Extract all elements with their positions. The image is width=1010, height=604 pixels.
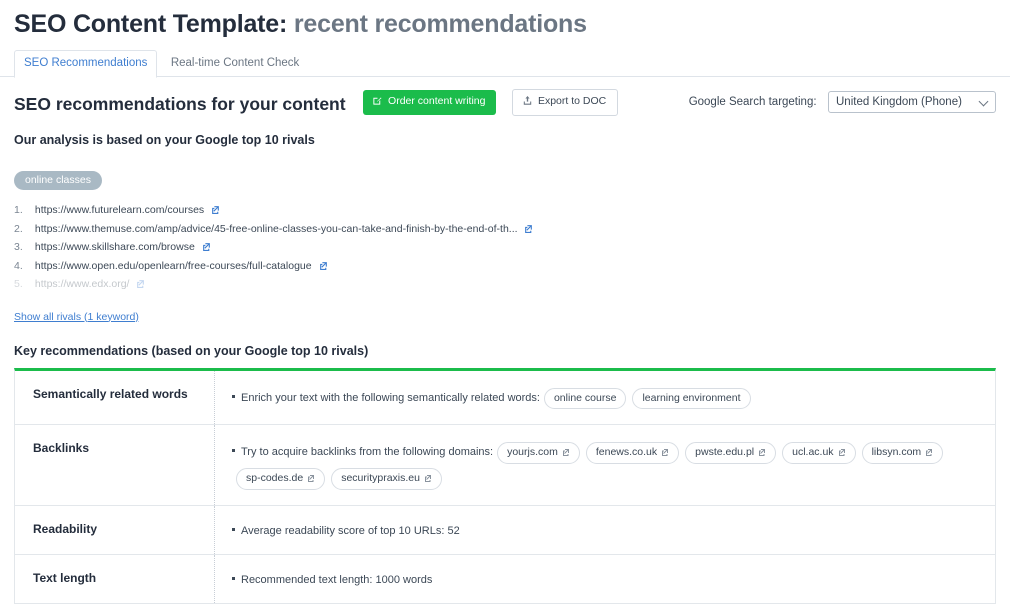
bullet-icon [232, 448, 235, 452]
rival-url: https://www.futurelearn.com/courses [34, 204, 205, 216]
backlink-domain-chip[interactable]: securitypraxis.eu [331, 467, 442, 490]
external-link-icon [925, 446, 933, 460]
row-body: Enrich your text with the following sema… [215, 371, 995, 424]
chip-label: ucl.ac.uk [792, 445, 834, 458]
external-link-icon [661, 446, 669, 460]
recommendations-table: Semantically related words Enrich your t… [14, 367, 996, 604]
external-link-icon [758, 446, 766, 460]
keyword-tag[interactable]: online classes [14, 171, 102, 190]
external-link-icon [562, 446, 570, 460]
tab-real-time-content-check[interactable]: Real-time Content Check [162, 51, 308, 77]
external-link-icon[interactable] [136, 277, 145, 295]
row-text: Average readability score of top 10 URLs… [241, 524, 460, 537]
external-link-icon [307, 472, 315, 486]
backlink-domain-chip[interactable]: fenews.co.uk [585, 441, 680, 464]
bullet-icon [232, 394, 235, 398]
row-label: Text length [15, 554, 215, 603]
chip-label: securitypraxis.eu [341, 471, 420, 484]
targeting-selected-value: United Kingdom (Phone) [836, 96, 962, 108]
rival-url: https://www.open.edu/openlearn/free-cour… [34, 259, 312, 272]
key-recommendations-heading: Key recommendations (based on your Googl… [14, 343, 369, 358]
order-content-writing-label: Order content writing [388, 95, 486, 107]
row-body: Recommended text length: 1000 words [215, 555, 995, 603]
chip-label: fenews.co.uk [595, 445, 658, 458]
page-title-main: SEO Content Template: [14, 10, 288, 38]
google-search-targeting: Google Search targeting: United Kingdom … [689, 91, 996, 113]
rival-url: https://www.skillshare.com/browse [34, 241, 195, 253]
order-content-writing-button[interactable]: Order content writing [363, 90, 496, 115]
chip-label: sp-codes.de [246, 471, 304, 484]
chip-label: libsyn.com [871, 445, 922, 458]
list-item[interactable]: https://www.skillshare.com/browse [14, 239, 1010, 258]
bullet-icon [232, 527, 235, 531]
action-bar: SEO recommendations for your content Ord… [0, 89, 1010, 121]
chip-label: yourjs.com [507, 445, 558, 458]
page-title-sub: recent recommendations [293, 10, 587, 38]
table-row: Text length Recommended text length: 100… [15, 554, 995, 603]
external-link-icon [838, 446, 846, 460]
targeting-label: Google Search targeting: [688, 96, 817, 108]
row-body: Try to acquire backlinks from the follow… [215, 425, 995, 505]
table-row: Semantically related words Enrich your t… [15, 370, 995, 425]
chip-label: pwste.edu.pl [695, 445, 755, 458]
row-text: Enrich your text with the following sema… [241, 391, 540, 404]
row-label: Backlinks [15, 424, 215, 505]
export-upload-icon [522, 95, 533, 109]
tab-seo-recommendations[interactable]: SEO Recommendations [14, 50, 158, 78]
list-item[interactable]: https://www.themuse.com/amp/advice/45-fr… [14, 221, 1010, 240]
external-link-icon[interactable] [524, 222, 533, 240]
export-to-doc-button[interactable]: Export to DOC [511, 89, 619, 116]
list-item[interactable]: https://www.futurelearn.com/courses [14, 202, 1010, 221]
backlink-domain-chip[interactable]: yourjs.com [497, 441, 580, 464]
chip-label: learning environment [642, 391, 741, 404]
rival-url: https://www.themuse.com/amp/advice/45-fr… [34, 222, 518, 235]
row-body: Average readability score of top 10 URLs… [215, 506, 995, 554]
row-label: Semantically related words [15, 370, 215, 424]
external-link-icon[interactable] [319, 259, 328, 277]
targeting-select[interactable]: United Kingdom (Phone) [828, 91, 996, 113]
table-row: Backlinks Try to acquire backlinks from … [15, 424, 995, 506]
analysis-subtitle: Our analysis is based on your Google top… [14, 133, 315, 147]
chip-label: online course [553, 391, 617, 404]
tab-bar: SEO Recommendations Real-time Content Ch… [0, 50, 1010, 78]
section-title: SEO recommendations for your content [14, 93, 346, 114]
show-all-rivals-link[interactable]: Show all rivals (1 keyword) [14, 311, 139, 323]
table-row: Readability Average readability score of… [15, 505, 995, 555]
rivals-list: https://www.futurelearn.com/courses http… [0, 202, 1010, 295]
page-title: SEO Content Template: recent recommendat… [0, 0, 1010, 39]
external-link-icon[interactable] [211, 203, 220, 221]
chevron-down-icon [978, 96, 989, 107]
list-item[interactable]: https://www.open.edu/openlearn/free-cour… [14, 258, 1010, 277]
keyword-tag-wrap: online classes [0, 170, 1010, 190]
rival-url: https://www.edx.org/ [34, 278, 130, 290]
backlink-domain-chip[interactable]: libsyn.com [861, 441, 944, 464]
export-to-doc-label: Export to DOC [537, 95, 607, 107]
bullet-icon [232, 576, 235, 580]
compose-icon [372, 95, 383, 109]
external-link-icon[interactable] [202, 240, 211, 258]
row-text: Recommended text length: 1000 words [241, 573, 433, 586]
backlink-domain-chip[interactable]: sp-codes.de [236, 467, 326, 490]
external-link-icon [424, 472, 432, 486]
backlink-domain-chip[interactable]: ucl.ac.uk [782, 441, 856, 464]
row-text: Try to acquire backlinks from the follow… [241, 445, 494, 458]
list-item[interactable]: https://www.edx.org/ [14, 276, 1010, 295]
related-word-chip[interactable]: learning environment [632, 387, 751, 409]
related-word-chip[interactable]: online course [543, 387, 627, 409]
row-label: Readability [15, 505, 215, 554]
backlink-domain-chip[interactable]: pwste.edu.pl [685, 441, 777, 464]
